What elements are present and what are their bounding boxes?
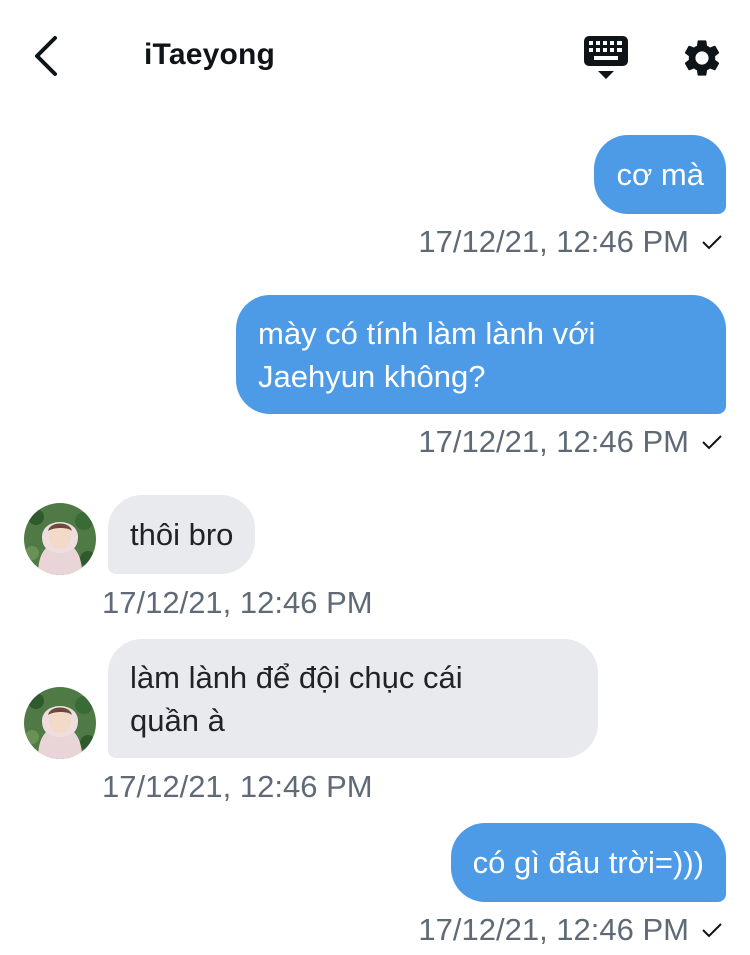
chevron-left-icon: [35, 36, 57, 76]
checkmark-icon: [702, 923, 722, 938]
conversation-header: iTaeyong: [0, 0, 750, 112]
message-timestamp: 17/12/21, 12:46 PM: [418, 424, 723, 460]
timestamp-text: 17/12/21, 12:46 PM: [418, 424, 689, 459]
message-text: cơ mà: [616, 157, 704, 192]
checkmark-icon: [702, 435, 722, 450]
avatar-image: [24, 503, 96, 575]
avatar[interactable]: [24, 503, 96, 575]
message-bubble-incoming[interactable]: thôi bro: [108, 495, 256, 574]
avatar[interactable]: [24, 687, 96, 759]
back-button[interactable]: [24, 34, 68, 78]
message-bubble-incoming[interactable]: làm lành để đội chục cái quần à: [108, 639, 598, 758]
message-bubble-outgoing[interactable]: cơ mà: [594, 135, 726, 214]
timestamp-text: 17/12/21, 12:46 PM: [418, 224, 689, 259]
keyboard-button[interactable]: [582, 34, 630, 80]
message-bubble-outgoing[interactable]: mày có tính làm lành với Jaehyun không?: [236, 295, 726, 414]
gear-icon: [684, 40, 720, 76]
message-text: có gì đâu trời=))): [472, 845, 704, 880]
message-text: mày có tính làm lành với Jaehyun không?: [258, 315, 596, 394]
message-timestamp: 17/12/21, 12:46 PM: [102, 769, 373, 804]
message-bubble-outgoing[interactable]: có gì đâu trời=))): [450, 823, 726, 902]
message-timestamp: 17/12/21, 12:46 PM: [418, 224, 723, 260]
message-timestamp: 17/12/21, 12:46 PM: [102, 585, 373, 620]
message-text: làm lành để đội chục cái quần à: [130, 659, 463, 738]
keyboard-icon: [584, 36, 628, 79]
settings-button[interactable]: [680, 36, 724, 80]
conversation-title[interactable]: iTaeyong: [144, 38, 275, 72]
timestamp-text: 17/12/21, 12:46 PM: [418, 912, 689, 947]
message-timestamp: 17/12/21, 12:46 PM: [418, 912, 723, 948]
checkmark-icon: [702, 235, 722, 250]
avatar-image: [24, 687, 96, 759]
message-text: thôi bro: [130, 517, 234, 552]
